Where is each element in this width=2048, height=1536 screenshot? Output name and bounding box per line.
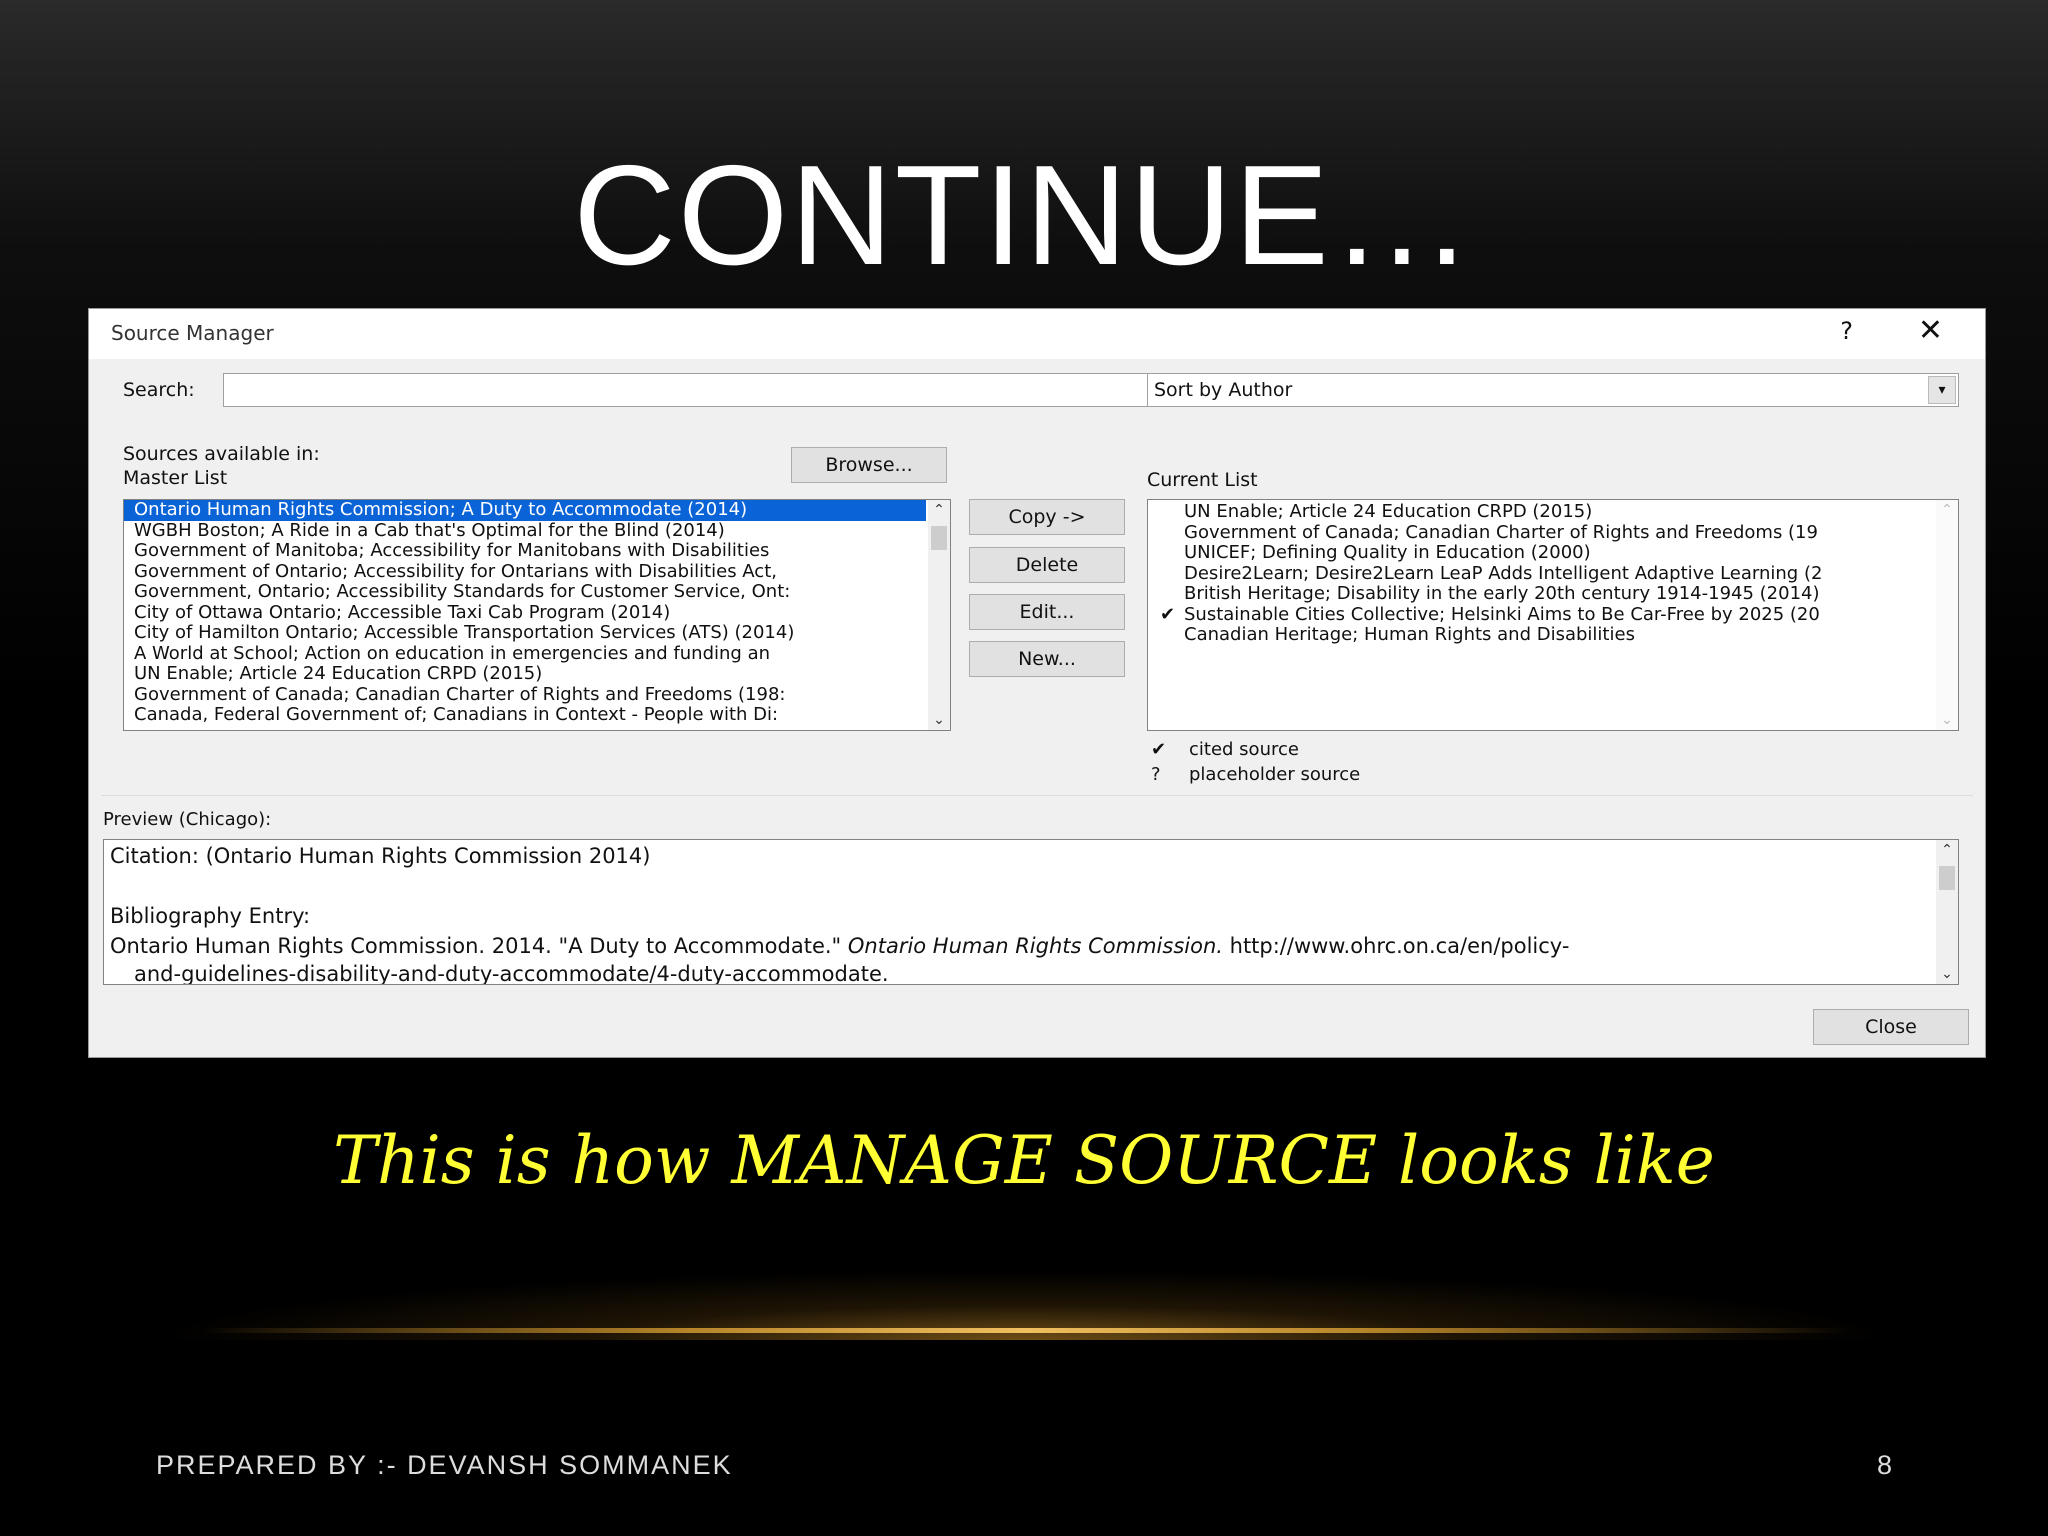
current-list-item-label: Sustainable Cities Collective; Helsinki … <box>1184 604 1820 625</box>
preview-bib-line2: and-guidelines-disability-and-duty-accom… <box>134 962 889 985</box>
current-list-item-label: Government of Canada; Canadian Charter o… <box>1184 522 1818 543</box>
scroll-down-icon[interactable]: ⌄ <box>928 712 950 728</box>
question-mark-icon: ? <box>1151 764 1161 785</box>
master-list-item[interactable]: City of Hamilton Ontario; Accessible Tra… <box>124 623 926 644</box>
page-number: 8 <box>1876 1450 1892 1480</box>
current-list-item-label: Canadian Heritage; Human Rights and Disa… <box>1184 625 1635 645</box>
source-manager-dialog: Source Manager ? ✕ Search: Sort by Autho… <box>88 308 1986 1058</box>
checkmark-icon: ✔ <box>1160 604 1176 625</box>
scroll-up-icon[interactable]: ⌃ <box>1936 502 1958 518</box>
preview-label: Preview (Chicago): <box>103 809 272 830</box>
search-label: Search: <box>123 379 195 401</box>
current-list-item-label: Desire2Learn; Desire2Learn LeaP Adds Int… <box>1184 563 1823 584</box>
current-list-scrollbar[interactable]: ⌃ ⌄ <box>1936 500 1958 730</box>
preview-box[interactable]: Citation: (Ontario Human Rights Commissi… <box>103 839 1959 985</box>
legend-item: ? placeholder source <box>1147 762 1547 787</box>
current-list-label: Current List <box>1147 469 1258 491</box>
current-list-item[interactable]: British Heritage; Disability in the earl… <box>1148 584 1934 605</box>
current-list-item[interactable]: UNICEF; Defining Quality in Education (2… <box>1148 543 1934 564</box>
preview-bib-label: Bibliography Entry: <box>110 904 311 928</box>
current-list-item-label: UN Enable; Article 24 Education CRPD (20… <box>1184 502 1593 522</box>
preview-citation: Citation: (Ontario Human Rights Commissi… <box>110 844 651 868</box>
master-list-item[interactable]: Canada, Federal Government of; Canadians… <box>124 705 926 726</box>
legend-label: placeholder source <box>1189 764 1361 785</box>
master-list-item[interactable]: A World at School; Action on education i… <box>124 644 926 665</box>
master-list-scrollbar[interactable]: ⌃ ⌄ <box>928 500 950 730</box>
scroll-up-icon[interactable]: ⌃ <box>928 502 950 518</box>
divider <box>101 795 1973 796</box>
slide-caption: This is how MANAGE SOURCE looks like <box>333 1122 1715 1199</box>
master-list-item[interactable]: Government of Ontario; Accessibility for… <box>124 562 926 583</box>
master-list-item[interactable]: UN Enable; Article 24 Education CRPD (20… <box>124 664 926 685</box>
edit-button[interactable]: Edit... <box>969 594 1125 630</box>
current-list-item[interactable]: Canadian Heritage; Human Rights and Disa… <box>1148 625 1934 646</box>
delete-button[interactable]: Delete <box>969 547 1125 583</box>
master-list-item[interactable]: Ontario Human Rights Commission; A Duty … <box>124 500 926 521</box>
master-list-item[interactable]: WGBH Boston; A Ride in a Cab that's Opti… <box>124 521 926 542</box>
master-list-item[interactable]: Government of Manitoba; Accessibility fo… <box>124 541 926 562</box>
current-list-item[interactable]: ✔ Sustainable Cities Collective; Helsinki… <box>1148 605 1934 626</box>
slide-title: CONTINUE… <box>573 136 1475 295</box>
footer-author: PREPARED BY :- DEVANSH SOMMANEK <box>156 1450 733 1480</box>
scroll-thumb[interactable] <box>931 526 947 550</box>
search-input[interactable] <box>223 373 1213 407</box>
dialog-titlebar: Source Manager ? ✕ <box>89 309 1985 359</box>
chevron-down-icon[interactable]: ▾ <box>1928 376 1956 404</box>
close-button[interactable]: Close <box>1813 1009 1969 1045</box>
dialog-title: Source Manager <box>111 321 274 345</box>
current-list-item[interactable]: UN Enable; Article 24 Education CRPD (20… <box>1148 502 1934 523</box>
preview-scrollbar[interactable]: ⌃ ⌄ <box>1936 840 1958 984</box>
close-icon[interactable]: ✕ <box>1918 313 1943 348</box>
copy-button[interactable]: Copy -> <box>969 499 1125 535</box>
scroll-down-icon[interactable]: ⌄ <box>1936 712 1958 728</box>
current-list[interactable]: UN Enable; Article 24 Education CRPD (20… <box>1147 499 1959 731</box>
scroll-down-icon[interactable]: ⌄ <box>1936 966 1958 982</box>
current-list-item-label: British Heritage; Disability in the earl… <box>1184 584 1820 604</box>
sort-dropdown-value: Sort by Author <box>1154 379 1293 401</box>
master-list-item[interactable]: City of Ottawa Ontario; Accessible Taxi … <box>124 603 926 624</box>
master-list-rows: Ontario Human Rights Commission; A Duty … <box>124 500 950 726</box>
current-list-item-label: UNICEF; Defining Quality in Education (2… <box>1184 543 1591 563</box>
legend-item: ✔ cited source <box>1147 737 1547 762</box>
master-list-item[interactable]: Government of Canada; Canadian Charter o… <box>124 685 926 706</box>
scroll-up-icon[interactable]: ⌃ <box>1936 842 1958 858</box>
master-list-label: Master List <box>123 467 228 489</box>
current-list-item[interactable]: Desire2Learn; Desire2Learn LeaP Adds Int… <box>1148 564 1934 585</box>
decorative-gold-line <box>200 1328 1850 1333</box>
browse-button[interactable]: Browse... <box>791 447 947 483</box>
master-list-item[interactable]: Government, Ontario; Accessibility Stand… <box>124 582 926 603</box>
checkmark-icon: ✔ <box>1151 739 1167 760</box>
new-button[interactable]: New... <box>969 641 1125 677</box>
help-icon[interactable]: ? <box>1840 317 1853 345</box>
legend-label: cited source <box>1189 739 1299 760</box>
preview-bib-line1: Ontario Human Rights Commission. 2014. "… <box>110 934 1570 958</box>
scroll-thumb[interactable] <box>1939 866 1955 890</box>
sources-available-label: Sources available in: <box>123 443 320 465</box>
master-list[interactable]: Ontario Human Rights Commission; A Duty … <box>123 499 951 731</box>
legend: ✔ cited source? placeholder source <box>1147 737 1547 787</box>
sort-dropdown[interactable]: Sort by Author ▾ <box>1147 373 1959 407</box>
current-list-rows: UN Enable; Article 24 Education CRPD (20… <box>1148 500 1958 646</box>
current-list-item[interactable]: Government of Canada; Canadian Charter o… <box>1148 523 1934 544</box>
